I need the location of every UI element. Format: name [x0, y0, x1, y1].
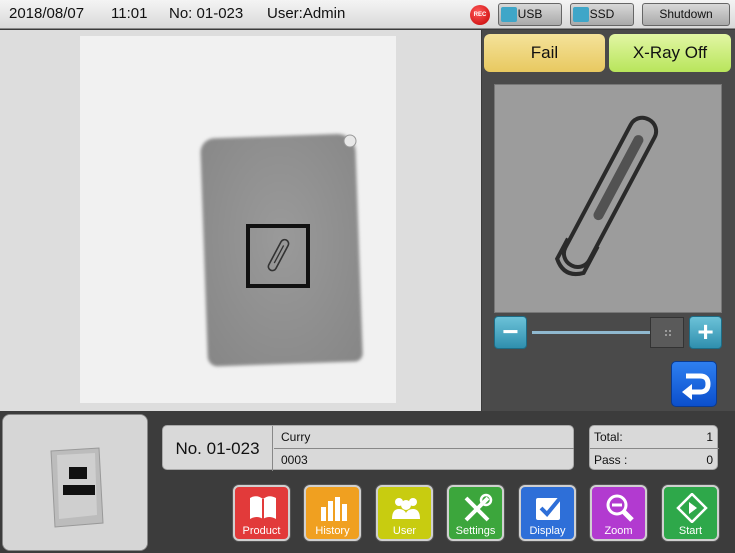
pass-value: 0 [706, 453, 713, 467]
magnifier-icon [606, 494, 634, 522]
tools-icon [464, 493, 493, 522]
diamond-play-icon [676, 493, 708, 523]
zoom-button-label: Zoom [604, 525, 633, 537]
zoom-button[interactable]: Zoom [590, 485, 647, 541]
result-status-button[interactable]: Fail [484, 34, 605, 72]
settings-button-label: Settings [455, 525, 496, 537]
defect-marker-box[interactable] [246, 224, 310, 288]
paperclip-defect-icon [267, 238, 290, 272]
zoom-out-button[interactable]: − [494, 316, 527, 349]
pass-count-row: Pass : 0 [594, 453, 715, 467]
time-text: 11:01 [111, 5, 148, 22]
date-text: 2018/08/07 [9, 5, 85, 22]
total-count-row: Total: 1 [594, 430, 715, 444]
xray-status-button[interactable]: X-Ray Off [609, 34, 731, 72]
zoom-in-button[interactable]: + [689, 316, 722, 349]
zoom-view [494, 84, 722, 313]
xray-image [80, 36, 396, 403]
count-divider [590, 448, 719, 449]
user-button[interactable]: User [376, 485, 433, 541]
product-pouch-photo [3, 415, 147, 550]
zoom-slider-handle[interactable] [650, 317, 684, 348]
rec-label: REC [473, 12, 487, 18]
right-panel: Fail X-Ray Off − + [482, 30, 735, 411]
product-button-label: Product [242, 525, 281, 537]
bottom-panel: No. 01-023 Curry 0003 Total: 1 Pass : 0 … [0, 411, 735, 553]
book-icon [250, 496, 276, 519]
users-icon [392, 498, 420, 519]
zoomed-paperclip-icon [554, 115, 659, 277]
user-text: User:Admin [267, 5, 346, 22]
usb-button[interactable]: USB [498, 3, 562, 26]
ssd-button[interactable]: SSD [570, 3, 634, 26]
info-divider [274, 448, 574, 449]
product-number: No. 01-023 [163, 426, 273, 471]
product-photo-thumbnail[interactable] [2, 414, 148, 551]
return-button[interactable] [671, 361, 717, 407]
history-button[interactable]: History [304, 485, 361, 541]
return-arrow-icon [682, 373, 711, 400]
product-name: Curry [281, 430, 311, 444]
checkbox-icon [536, 495, 563, 520]
product-info-box: No. 01-023 Curry 0003 [162, 425, 574, 471]
product-code: 0003 [281, 453, 308, 467]
pouch-notch-icon [343, 134, 357, 148]
start-button-label: Start [678, 525, 703, 537]
usb-label: USB [517, 7, 543, 21]
shutdown-button[interactable]: Shutdown [642, 3, 730, 26]
pass-label: Pass : [594, 453, 628, 467]
display-button[interactable]: Display [519, 485, 576, 541]
xray-view-panel [0, 30, 481, 411]
total-label: Total: [594, 430, 623, 444]
display-button-label: Display [529, 525, 566, 537]
total-value: 1 [706, 430, 713, 444]
settings-button[interactable]: Settings [447, 485, 504, 541]
bar-chart-icon [321, 497, 347, 521]
product-button[interactable]: Product [233, 485, 290, 541]
count-box: Total: 1 Pass : 0 [589, 425, 719, 470]
status-bar: 2018/08/07 11:01 No: 01-023 User:Admin R… [0, 0, 735, 29]
history-button-label: History [315, 525, 350, 537]
inspection-number: No: 01-023 [169, 5, 244, 22]
ssd-label: SSD [589, 7, 615, 21]
shutdown-label: Shutdown [659, 7, 713, 21]
user-button-label: User [392, 525, 417, 537]
rec-indicator-icon: REC [470, 5, 490, 25]
start-button[interactable]: Start [662, 485, 719, 541]
grip-icon [665, 330, 671, 336]
